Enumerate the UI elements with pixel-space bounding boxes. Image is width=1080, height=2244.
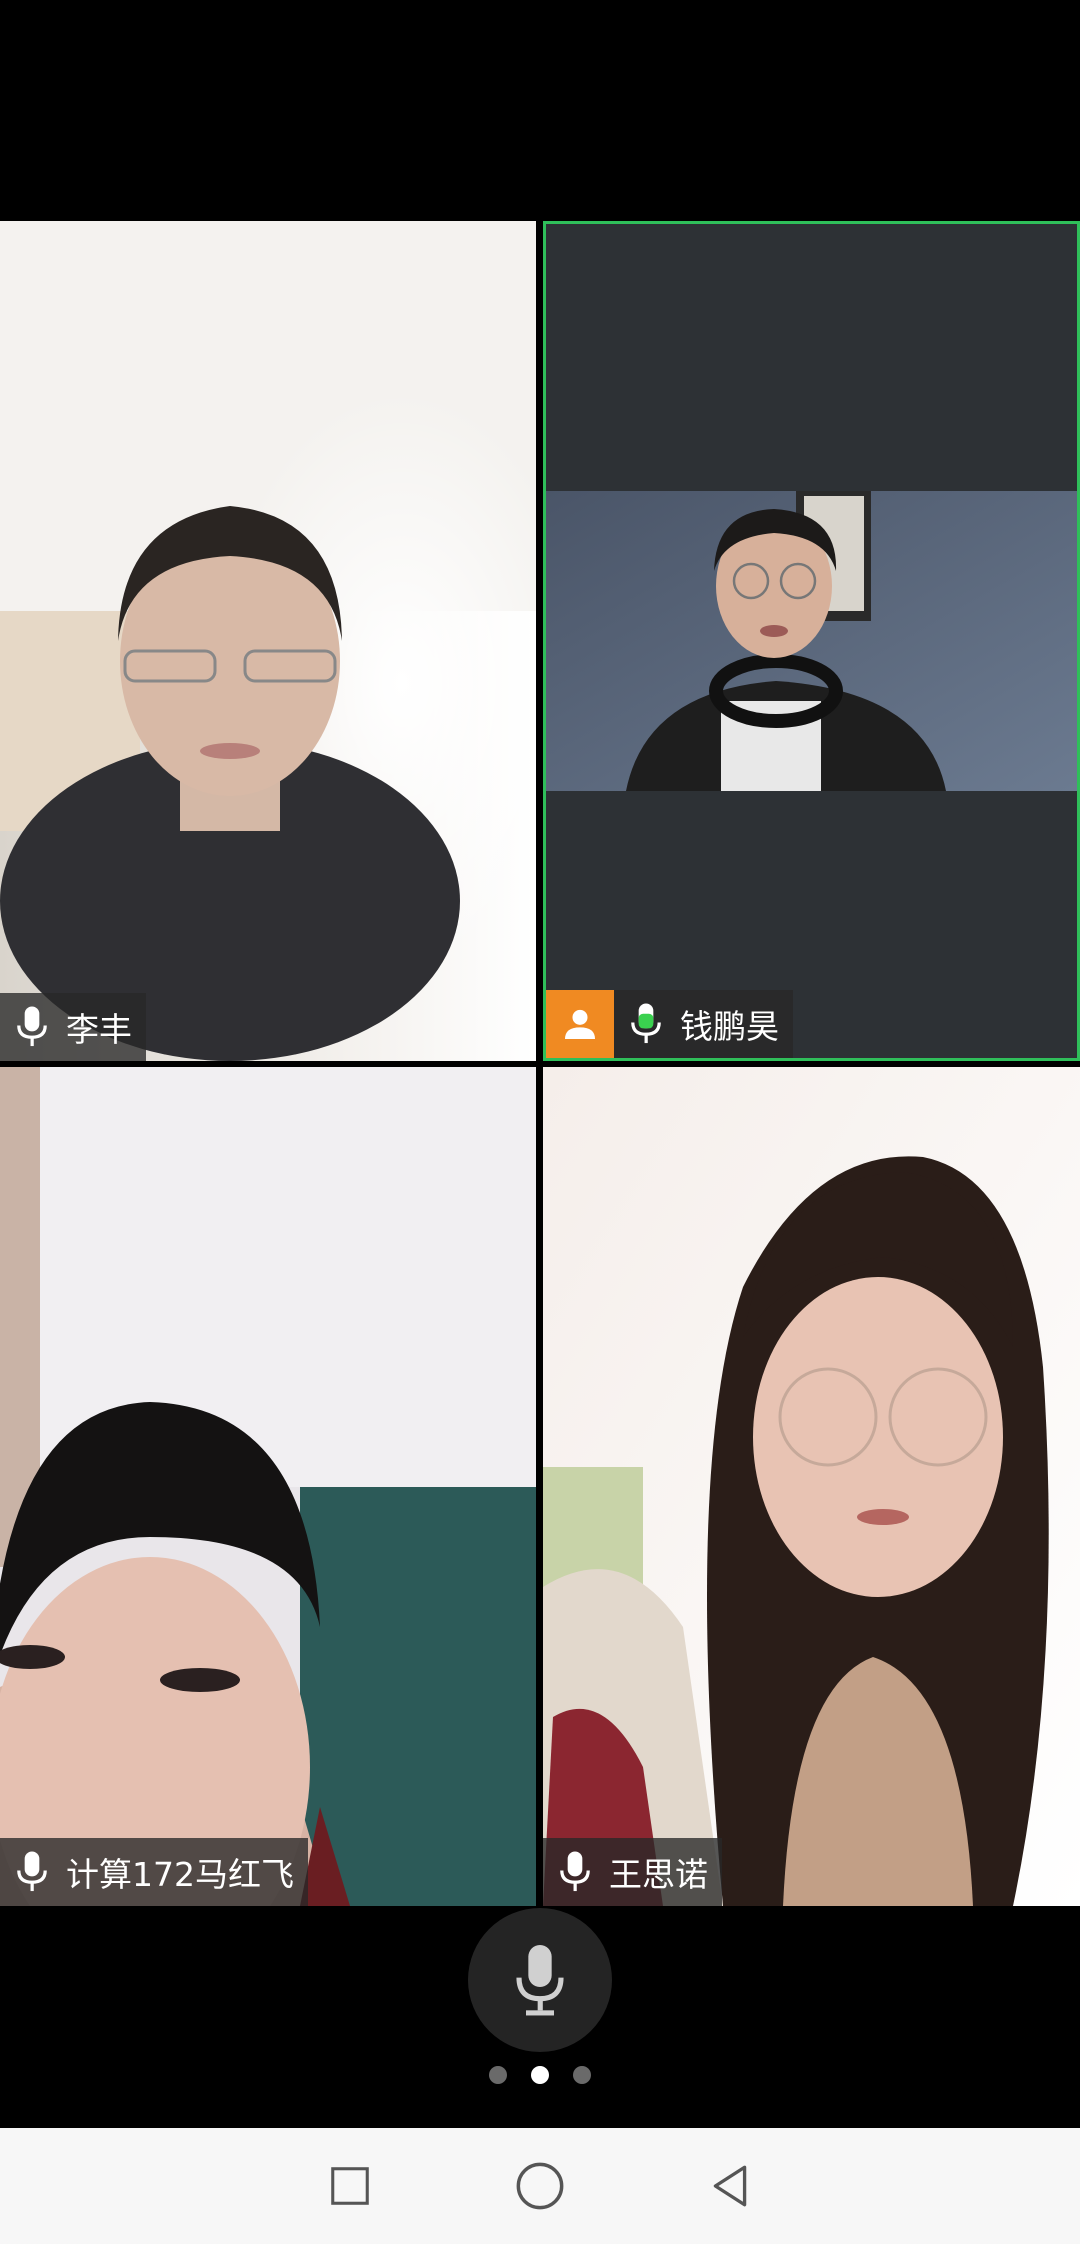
participant-name-tag: 王思诺: [543, 1838, 722, 1906]
video-tile-qian-penghao[interactable]: 钱鹏昊: [543, 221, 1080, 1061]
page-dot[interactable]: [573, 2066, 591, 2084]
participant-video: [546, 491, 1077, 791]
participant-name: 王思诺: [609, 1855, 708, 1894]
video-tile-ma-hongfei[interactable]: 计算172马红飞: [0, 1067, 536, 1906]
page-dot-current[interactable]: [531, 2066, 549, 2084]
participant-name: 李丰: [66, 1010, 132, 1049]
video-tile-wang-sinuo[interactable]: 王思诺: [543, 1067, 1080, 1906]
video-call-screen: 李丰 钱鹏昊 计算172马红飞 王思诺: [0, 0, 1080, 2244]
participant-name-tag: 李丰: [0, 993, 146, 1061]
participant-name: 计算172马红飞: [66, 1855, 294, 1894]
back-button[interactable]: [700, 2156, 760, 2216]
microphone-icon: [516, 1945, 564, 2016]
mute-toggle-button[interactable]: [468, 1908, 612, 2052]
triangle-back-icon: [713, 2165, 747, 2207]
page-indicator: [0, 2066, 1080, 2084]
microphone-icon: [17, 1851, 47, 1892]
microphone-icon: [17, 1006, 47, 1047]
recent-apps-button[interactable]: [320, 2156, 380, 2216]
microphone-icon: [631, 1003, 661, 1044]
participant-name-tag: 钱鹏昊: [546, 990, 793, 1058]
participant-name: 钱鹏昊: [680, 1007, 779, 1046]
home-button[interactable]: [510, 2156, 570, 2216]
system-navigation-bar: [0, 2128, 1080, 2244]
page-dot[interactable]: [489, 2066, 507, 2084]
square-icon: [331, 2167, 369, 2205]
participant-video: [0, 1067, 536, 1906]
participant-video: [543, 1067, 1080, 1906]
participant-name-tag: 计算172马红飞: [0, 1838, 308, 1906]
person-icon: [546, 990, 614, 1058]
microphone-icon: [560, 1851, 590, 1892]
circle-icon: [516, 2162, 564, 2210]
participant-video: [0, 221, 536, 1061]
video-tile-li-feng[interactable]: 李丰: [0, 221, 536, 1061]
